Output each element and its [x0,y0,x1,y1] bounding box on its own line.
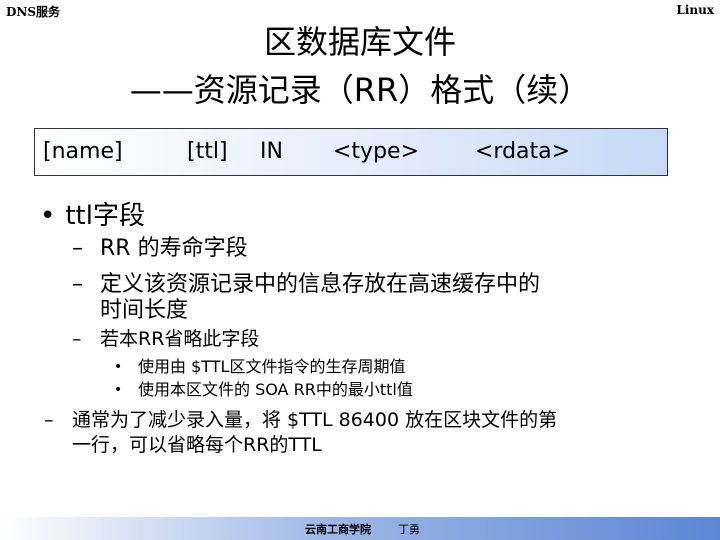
slide-subtitle: ——资源记录（RR）格式（续） [129,71,591,109]
rr-name-field: [name] [43,139,123,164]
header-left-label: DNS服务 [6,5,61,19]
dash-icon: – [72,236,83,261]
list-item-text: 一行，可以省略每个RR的TTL [72,434,322,456]
list-item-text: 通常为了减少录入量，将 $TTL 86400 放在区块文件的第 [72,409,558,431]
list-item-text: 若本RR省略此字段 [100,328,260,350]
dash-icon: – [72,328,82,350]
slide-title: 区数据库文件 [263,23,456,61]
dash-icon: – [44,409,54,431]
rr-type-field: <type> [333,139,420,164]
bullet-dot-icon: • [114,359,123,375]
footer-bar: 云南工商学院 丁勇 [0,517,720,540]
footer-school: 云南工商学院 [305,523,371,536]
bullet-dot-icon: • [114,382,123,398]
footer-author: 丁勇 [398,523,420,536]
bullet-dot-icon: • [40,201,56,231]
rr-rdata-field: <rdata> [475,139,571,164]
dash-icon: – [72,272,83,297]
header-right-label: Linux [676,3,714,17]
rr-class-field: IN [260,139,283,164]
rr-ttl-field: [ttl] [187,139,228,164]
list-item-text: 定义该资源记录中的信息存放在高速缓存中的 [100,272,541,297]
sub-list-item-text: 使用本区文件的 SOA RR中的最小ttl值 [138,380,413,399]
rr-format-box: [name] [ttl] IN <type> <rdata> [34,128,668,176]
sub-list-item-text: 使用由 $TTL区文件指令的生存周期值 [138,357,406,376]
bullet-ttl-label: ttl字段 [65,201,145,231]
list-item-text: 时间长度 [100,298,189,323]
list-item-text: RR 的寿命字段 [100,236,248,261]
bullet-ttl: • ttl字段 [40,195,145,232]
